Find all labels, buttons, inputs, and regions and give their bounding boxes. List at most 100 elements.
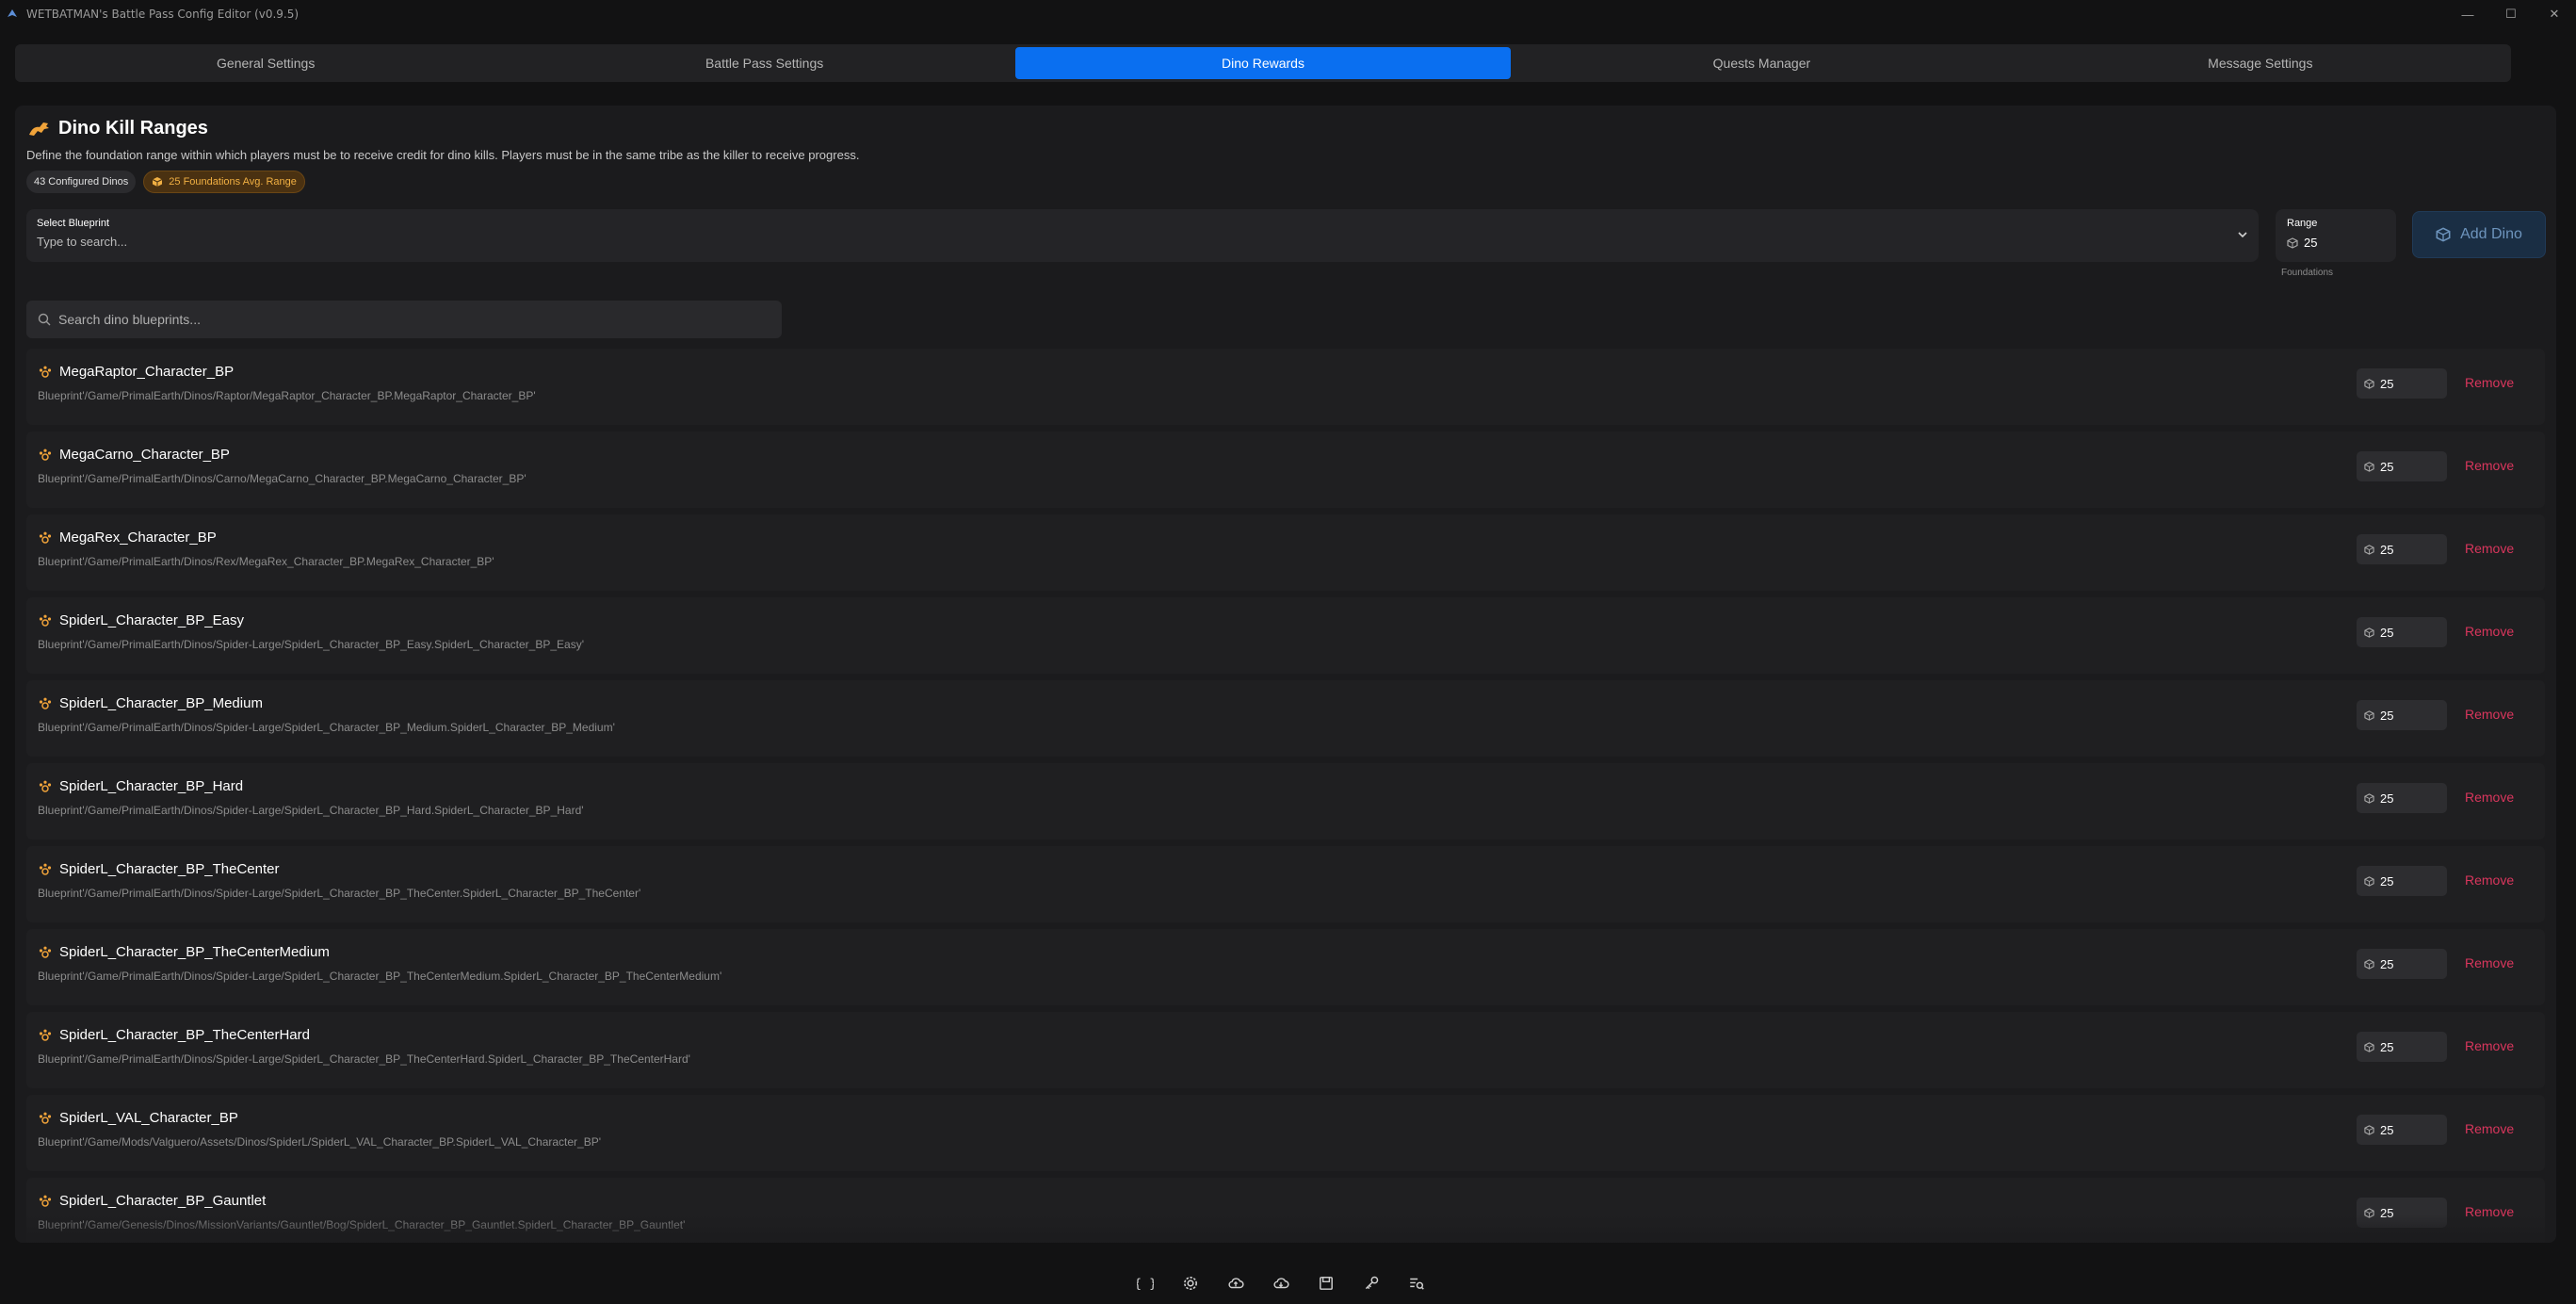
dino-range-input[interactable]: 25 bbox=[2357, 368, 2447, 399]
dino-list: MegaRaptor_Character_BP Blueprint'/Game/… bbox=[26, 349, 2545, 1243]
foundation-cube-icon bbox=[2364, 1124, 2374, 1135]
dino-paw-icon bbox=[39, 697, 52, 709]
summary-badges: 43 Configured Dinos 25 Foundations Avg. … bbox=[26, 171, 305, 193]
cloud-download-icon[interactable] bbox=[1266, 1268, 1296, 1298]
dino-range-value: 25 bbox=[2380, 1205, 2394, 1220]
search-list-icon[interactable] bbox=[1401, 1268, 1432, 1298]
tab-dino-rewards[interactable]: Dino Rewards bbox=[1014, 47, 1512, 79]
dino-name: SpiderL_VAL_Character_BP bbox=[59, 1110, 238, 1126]
dino-range-input[interactable]: 25 bbox=[2357, 451, 2447, 481]
dino-range-input[interactable]: 25 bbox=[2357, 1115, 2447, 1145]
foundation-cube-icon bbox=[2364, 627, 2374, 638]
foundation-cube-icon bbox=[2364, 461, 2374, 472]
dino-blueprint-path: Blueprint'/Game/PrimalEarth/Dinos/Spider… bbox=[38, 1052, 690, 1066]
chevron-down-icon[interactable] bbox=[2236, 228, 2249, 241]
dino-search[interactable] bbox=[26, 301, 782, 338]
dino-icon bbox=[29, 122, 49, 136]
dino-name: SpiderL_Character_BP_TheCenter bbox=[59, 861, 280, 877]
section-header: Dino Kill Ranges bbox=[26, 117, 208, 139]
foundation-cube-icon bbox=[2364, 958, 2374, 970]
dino-row: SpiderL_Character_BP_Hard Blueprint'/Gam… bbox=[26, 763, 2545, 839]
title-bar: WETBATMAN's Battle Pass Config Editor (v… bbox=[0, 0, 2576, 28]
avg-range-label: 25 Foundations Avg. Range bbox=[169, 176, 297, 187]
close-icon[interactable]: ✕ bbox=[2533, 0, 2576, 28]
dino-kill-ranges-panel: Dino Kill Ranges Define the foundation r… bbox=[15, 106, 2556, 1243]
dino-row: SpiderL_VAL_Character_BP Blueprint'/Game… bbox=[26, 1095, 2545, 1171]
dino-name: SpiderL_Character_BP_Gauntlet bbox=[59, 1193, 267, 1209]
maximize-icon[interactable]: ☐ bbox=[2489, 0, 2533, 28]
foundation-cube-icon bbox=[2364, 378, 2374, 389]
dino-range-value: 25 bbox=[2380, 708, 2394, 723]
dino-range-input[interactable]: 25 bbox=[2357, 1032, 2447, 1062]
remove-button[interactable]: Remove bbox=[2465, 790, 2514, 805]
remove-button[interactable]: Remove bbox=[2465, 1121, 2514, 1136]
dino-range-input[interactable]: 25 bbox=[2357, 783, 2447, 813]
dino-range-input[interactable]: 25 bbox=[2357, 700, 2447, 730]
dino-row: SpiderL_Character_BP_Easy Blueprint'/Gam… bbox=[26, 597, 2545, 674]
add-dino-button[interactable]: Add Dino bbox=[2412, 211, 2546, 258]
blueprint-select[interactable]: Select Blueprint bbox=[26, 209, 2259, 262]
remove-button[interactable]: Remove bbox=[2465, 955, 2514, 970]
avg-range-badge: 25 Foundations Avg. Range bbox=[143, 171, 305, 193]
dino-range-input[interactable]: 25 bbox=[2357, 866, 2447, 896]
tab-message-settings[interactable]: Message Settings bbox=[2013, 47, 2508, 79]
range-unit-label: Foundations bbox=[2281, 268, 2334, 278]
dino-row: SpiderL_Character_BP_Gauntlet Blueprint'… bbox=[26, 1178, 2545, 1243]
foundation-cube-icon bbox=[2364, 1207, 2374, 1218]
dino-range-value: 25 bbox=[2380, 791, 2394, 806]
blueprint-search-input[interactable] bbox=[37, 235, 2203, 249]
dino-range-value: 25 bbox=[2380, 542, 2394, 557]
settings-gear-icon[interactable] bbox=[1175, 1268, 1206, 1298]
dino-name: MegaCarno_Character_BP bbox=[59, 447, 230, 463]
remove-button[interactable]: Remove bbox=[2465, 1038, 2514, 1053]
search-input[interactable] bbox=[58, 312, 755, 327]
dino-range-value: 25 bbox=[2380, 1122, 2394, 1137]
foundation-cube-icon bbox=[2287, 236, 2298, 249]
tab-general-settings[interactable]: General Settings bbox=[18, 47, 513, 79]
remove-button[interactable]: Remove bbox=[2465, 707, 2514, 722]
dino-blueprint-path: Blueprint'/Game/PrimalEarth/Dinos/Raptor… bbox=[38, 389, 536, 402]
add-dino-label: Add Dino bbox=[2460, 226, 2522, 242]
dino-row: MegaCarno_Character_BP Blueprint'/Game/P… bbox=[26, 432, 2545, 508]
dino-paw-icon bbox=[39, 614, 52, 627]
cloud-upload-icon[interactable] bbox=[1221, 1268, 1251, 1298]
dino-blueprint-path: Blueprint'/Game/Genesis/Dinos/MissionVar… bbox=[38, 1218, 686, 1231]
save-icon[interactable] bbox=[1311, 1268, 1341, 1298]
dino-range-input[interactable]: 25 bbox=[2357, 534, 2447, 564]
range-field[interactable]: Range 25 bbox=[2276, 209, 2396, 262]
foundation-cube-icon bbox=[2364, 709, 2374, 721]
dino-paw-icon bbox=[39, 946, 52, 958]
dino-blueprint-path: Blueprint'/Game/PrimalEarth/Dinos/Spider… bbox=[38, 721, 615, 734]
foundation-cube-icon bbox=[2364, 544, 2374, 555]
remove-button[interactable]: Remove bbox=[2465, 872, 2514, 888]
dino-range-input[interactable]: 25 bbox=[2357, 1198, 2447, 1228]
dino-range-input[interactable]: 25 bbox=[2357, 617, 2447, 647]
dino-row: MegaRex_Character_BP Blueprint'/Game/Pri… bbox=[26, 514, 2545, 591]
dino-paw-icon bbox=[39, 1112, 52, 1124]
key-icon[interactable] bbox=[1356, 1268, 1386, 1298]
dino-blueprint-path: Blueprint'/Game/PrimalEarth/Dinos/Spider… bbox=[38, 970, 722, 983]
dino-name: MegaRex_Character_BP bbox=[59, 530, 217, 546]
dino-range-input[interactable]: 25 bbox=[2357, 949, 2447, 979]
code-braces-icon[interactable]: { } bbox=[1130, 1268, 1160, 1298]
remove-button[interactable]: Remove bbox=[2465, 458, 2514, 473]
dino-paw-icon bbox=[39, 1195, 52, 1207]
remove-button[interactable]: Remove bbox=[2465, 1204, 2514, 1219]
svg-text:{ }: { } bbox=[1137, 1277, 1154, 1292]
dino-paw-icon bbox=[39, 1029, 52, 1041]
remove-button[interactable]: Remove bbox=[2465, 624, 2514, 639]
main-tabs: General Settings Battle Pass Settings Di… bbox=[15, 44, 2511, 82]
range-input-value[interactable]: 25 bbox=[2304, 236, 2317, 250]
foundation-cube-icon bbox=[2364, 792, 2374, 804]
configured-count-label: 43 Configured Dinos bbox=[34, 176, 129, 187]
dino-row: SpiderL_Character_BP_Medium Blueprint'/G… bbox=[26, 680, 2545, 757]
dino-blueprint-path: Blueprint'/Game/PrimalEarth/Dinos/Spider… bbox=[38, 887, 641, 900]
range-label: Range bbox=[2287, 218, 2318, 229]
tab-quests-manager[interactable]: Quests Manager bbox=[1514, 47, 2009, 79]
remove-button[interactable]: Remove bbox=[2465, 541, 2514, 556]
dino-paw-icon bbox=[39, 448, 52, 461]
dino-range-value: 25 bbox=[2380, 956, 2394, 971]
remove-button[interactable]: Remove bbox=[2465, 375, 2514, 390]
tab-battle-pass-settings[interactable]: Battle Pass Settings bbox=[516, 47, 1012, 79]
minimize-icon[interactable]: — bbox=[2446, 0, 2489, 28]
